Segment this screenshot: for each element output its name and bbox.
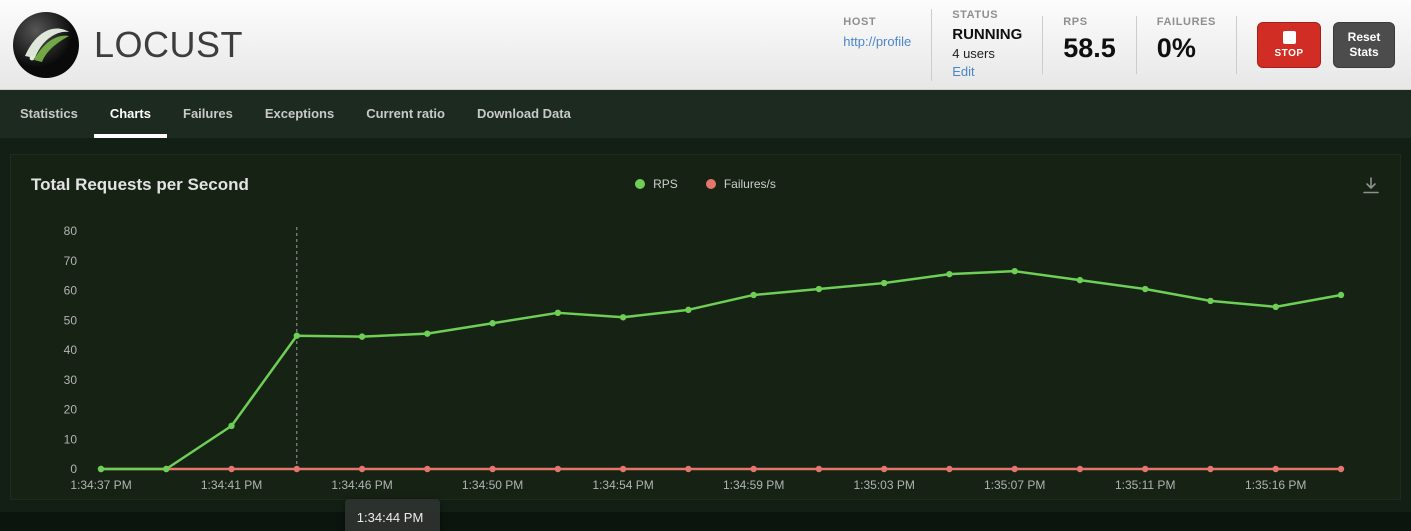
locust-logo-icon — [12, 11, 80, 79]
tab-exceptions[interactable]: Exceptions — [249, 90, 350, 138]
top-header: LOCUST HOST http://profile STATUS RUNNIN… — [0, 0, 1411, 90]
header-buttons: STOP Reset Stats — [1236, 16, 1411, 74]
svg-text:1:34:54 PM: 1:34:54 PM — [592, 478, 653, 492]
rps-label: RPS — [1063, 16, 1116, 28]
svg-text:70: 70 — [64, 254, 78, 268]
svg-text:1:34:46 PM: 1:34:46 PM — [331, 478, 392, 492]
app-title: LOCUST — [94, 24, 243, 66]
rps-legend-dot-icon — [635, 179, 645, 189]
host-label: HOST — [843, 16, 911, 28]
status-block: STATUS RUNNING 4 users Edit — [931, 9, 1042, 81]
header-info: HOST http://profile STATUS RUNNING 4 use… — [823, 9, 1411, 81]
svg-text:1:35:16 PM: 1:35:16 PM — [1245, 478, 1306, 492]
rps-legend-label: RPS — [653, 177, 678, 191]
reset-stats-button[interactable]: Reset Stats — [1333, 22, 1395, 68]
svg-text:30: 30 — [64, 373, 78, 387]
svg-text:1:35:03 PM: 1:35:03 PM — [853, 478, 914, 492]
chart-title: Total Requests per Second — [31, 175, 249, 195]
svg-text:1:35:11 PM: 1:35:11 PM — [1115, 478, 1175, 492]
download-chart-icon[interactable] — [1362, 177, 1380, 194]
tab-charts[interactable]: Charts — [94, 90, 167, 138]
status-label: STATUS — [952, 9, 1022, 21]
rps-line-chart[interactable]: 0 10 20 30 40 50 60 70 80 1:34:37 PM 1:34:41 PM 1:3… — [11, 203, 1400, 499]
tab-download-data[interactable]: Download Data — [461, 90, 587, 138]
failures-value: 0% — [1157, 33, 1216, 64]
tab-statistics[interactable]: Statistics — [4, 90, 94, 138]
main-nav: StatisticsChartsFailuresExceptionsCurren… — [0, 90, 1411, 138]
tooltip-time: 1:34:44 PM — [357, 508, 428, 527]
main-content: Total Requests per Second RPS Failures/s… — [0, 138, 1411, 512]
status-value: RUNNING — [952, 26, 1022, 43]
legend-item-rps[interactable]: RPS — [635, 177, 678, 191]
svg-text:1:34:59 PM: 1:34:59 PM — [723, 478, 784, 492]
host-link[interactable]: http://profile — [843, 34, 911, 49]
tab-current-ratio[interactable]: Current ratio — [350, 90, 461, 138]
failures-legend-label: Failures/s — [724, 177, 776, 191]
failures-legend-dot-icon — [706, 179, 716, 189]
failures-block: FAILURES 0% — [1136, 16, 1236, 74]
tab-failures[interactable]: Failures — [167, 90, 249, 138]
svg-text:80: 80 — [64, 224, 78, 238]
legend-item-failures[interactable]: Failures/s — [706, 177, 776, 191]
host-block: HOST http://profile — [823, 16, 931, 74]
edit-users-link[interactable]: Edit — [952, 64, 974, 79]
brand[interactable]: LOCUST — [0, 11, 823, 79]
rps-block: RPS 58.5 — [1042, 16, 1136, 74]
svg-text:60: 60 — [64, 284, 78, 298]
svg-text:1:34:37 PM: 1:34:37 PM — [70, 478, 131, 492]
stop-square-icon — [1283, 31, 1296, 44]
svg-text:1:34:50 PM: 1:34:50 PM — [462, 478, 523, 492]
failures-label: FAILURES — [1157, 16, 1216, 28]
tooltip-rps: RPS: 44.8 — [357, 527, 428, 531]
svg-text:1:34:41 PM: 1:34:41 PM — [201, 478, 262, 492]
svg-text:1:35:07 PM: 1:35:07 PM — [984, 478, 1045, 492]
user-count: 4 users — [952, 46, 1022, 61]
stop-button-label: STOP — [1274, 48, 1303, 59]
rps-chart-card: Total Requests per Second RPS Failures/s… — [10, 154, 1401, 500]
stop-button[interactable]: STOP — [1257, 22, 1321, 68]
svg-text:10: 10 — [64, 432, 78, 446]
svg-text:20: 20 — [64, 403, 78, 417]
rps-value: 58.5 — [1063, 33, 1116, 64]
svg-text:40: 40 — [64, 343, 78, 357]
svg-text:50: 50 — [64, 313, 78, 327]
svg-text:0: 0 — [70, 462, 77, 476]
chart-tooltip: 1:34:44 PM RPS: 44.8 Failures/s: 0 Users… — [345, 499, 440, 531]
chart-header: Total Requests per Second RPS Failures/s — [11, 155, 1400, 203]
